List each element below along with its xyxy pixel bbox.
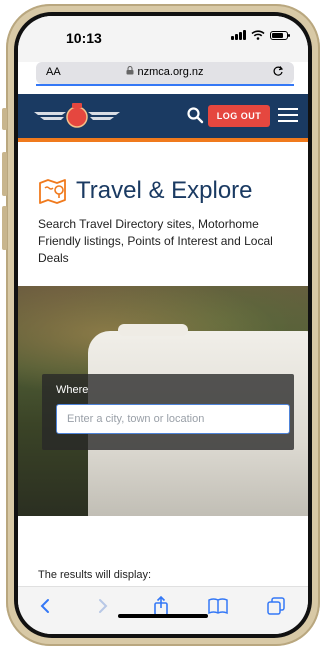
where-label: Where [56, 384, 89, 396]
url-display[interactable]: nzmca.org.nz [36, 66, 294, 78]
hamburger-menu-icon[interactable] [278, 108, 298, 122]
volume-up-button [2, 152, 7, 196]
address-bar[interactable]: AA nzmca.org.nz [36, 62, 294, 84]
url-text: nzmca.org.nz [137, 66, 204, 78]
location-search-input[interactable] [56, 404, 290, 434]
page-title-text: Travel & Explore [76, 177, 253, 204]
wifi-icon [251, 30, 265, 40]
browser-toolbar [18, 586, 308, 634]
forward-icon[interactable] [90, 595, 114, 617]
hero-photo: Where [18, 286, 308, 516]
status-icons [231, 30, 290, 40]
battery-fill [272, 32, 283, 38]
battery-icon [270, 30, 290, 40]
winged-logo-icon[interactable] [32, 100, 122, 132]
reload-icon[interactable] [272, 65, 284, 77]
map-icon [39, 179, 66, 204]
status-time: 10:13 [66, 30, 102, 46]
page-description: Search Travel Directory sites, Motorhome… [38, 217, 273, 265]
page-title: Travel & Explore [38, 176, 253, 206]
back-icon[interactable] [34, 595, 58, 617]
search-icon[interactable] [186, 106, 204, 124]
page-load-progress [36, 84, 294, 86]
logout-button[interactable]: LOG OUT [208, 105, 270, 127]
phone-device: 10:13 AA nzmca.org.nz LOG OUT Travel & E… [14, 12, 312, 638]
mute-switch [2, 108, 7, 130]
status-bar: 10:13 [18, 16, 308, 62]
results-label: The results will display: [38, 569, 152, 581]
lock-icon [126, 66, 134, 75]
phone-screen: 10:13 AA nzmca.org.nz LOG OUT Travel & E… [18, 16, 308, 634]
signal-icon [231, 30, 246, 40]
tabs-icon[interactable] [264, 595, 288, 617]
motorhome-roof-vent [118, 324, 188, 336]
search-panel: Where [42, 374, 294, 450]
site-header: LOG OUT [18, 94, 308, 142]
volume-down-button [2, 206, 7, 250]
home-indicator [118, 614, 208, 618]
bookmarks-icon[interactable] [206, 595, 230, 617]
